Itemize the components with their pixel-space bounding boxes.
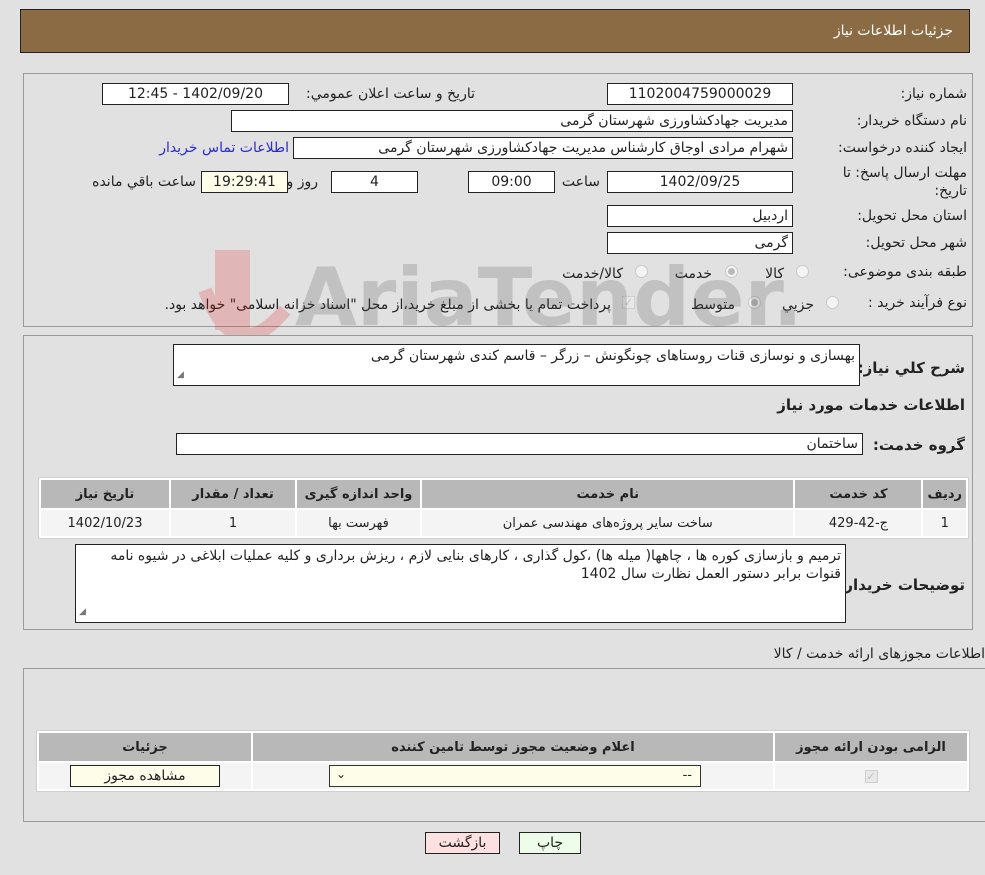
category-label: طبقه بندی موضوعی: [843,264,967,280]
col-permit-required: الزامی بودن ارائه مجوز [775,733,967,761]
deadline-time-field: 09:00 [468,171,555,193]
col-need-date: تاریخ نیاز [41,480,169,508]
print-button[interactable]: چاپ [519,832,581,854]
announce-datetime-field: 1402/09/20 - 12:45 [102,83,289,105]
cell-permit-status: -- ⌄ [253,763,773,789]
col-quantity: تعداد / مقدار [171,480,295,508]
remaining-time-field: 19:29:41 [201,171,288,193]
cell-row: 1 [923,510,966,536]
cell-permit-details: مشاهده مجوز [39,763,251,789]
buyer-contact-link[interactable]: اطلاعات تماس خریدار [159,140,289,156]
process-option-medium: متوسط [691,297,735,313]
category-option-service: خدمت [674,266,712,282]
announce-label: تاریخ و ساعت اعلان عمومي: [306,86,475,102]
service-group-field: ساختمان [176,433,863,455]
remaining-label: ساعت باقي مانده [92,174,196,190]
services-section-title: اطلاعات خدمات مورد نیاز [777,396,965,414]
col-service-code: کد خدمت [795,480,922,508]
chevron-down-icon: ⌄ [336,767,347,781]
deadline-date-field: 1402/09/25 [607,171,793,193]
treasury-note: پرداخت تمام یا بخشی از مبلغ خرید،از محل … [164,297,611,313]
view-permit-button[interactable]: مشاهده مجوز [70,765,220,787]
resize-handle-icon[interactable]: ◢ [177,366,184,384]
cell-service-code: ج-42-429 [795,510,922,536]
service-group-label: گروه خدمت: [872,436,965,454]
services-table: ردیف کد خدمت نام خدمت واحد اندازه گیری ت… [38,477,969,539]
permits-section-title: اطلاعات مجوزهای ارائه خدمت / کالا [773,646,985,662]
category-option-goods-service: کالا/خدمت [562,266,623,282]
summary-label: شرح کلي نیاز: [857,359,965,377]
process-radio-medium[interactable] [748,296,761,309]
page-header: جزئیات اطلاعات نیاز [20,9,970,53]
process-option-minor: جزيي [782,297,814,313]
days-label: روز و [286,174,319,190]
table-row: 1 ج-42-429 ساخت سایر پروژه‌های مهندسی عم… [41,510,966,536]
col-permit-status: اعلام وضعیت مجوز توسط تامین کننده [253,733,773,761]
city-label: شهر محل تحویل: [865,235,967,251]
col-service-name: نام خدمت [422,480,794,508]
resize-handle-icon[interactable]: ◢ [79,603,86,621]
permit-required-checkbox[interactable]: ✓ [864,769,878,783]
col-permit-details: جزئیات [39,733,251,761]
buyer-notes-label: توضیحات خریدار: [838,576,965,594]
buyer-org-label: نام دستگاه خریدار: [856,113,967,129]
deadline-label: مهلت ارسال پاسخ: تا [842,165,967,181]
page-title: جزئیات اطلاعات نیاز [833,23,953,39]
province-label: استان محل تحویل: [857,208,967,224]
category-option-goods: کالا [765,266,784,282]
need-number-field: 1102004759000029 [607,83,793,105]
cell-permit-required: ✓ [775,763,967,789]
category-radio-service[interactable] [725,265,738,278]
permit-status-value: -- [682,768,692,783]
permits-table-header: الزامی بودن ارائه مجوز اعلام وضعیت مجوز … [39,733,967,761]
process-radio-minor[interactable] [826,296,839,309]
province-field: اردبیل [607,205,793,227]
col-unit: واحد اندازه گیری [297,480,420,508]
back-button[interactable]: بازگشت [425,832,500,854]
cell-quantity: 1 [171,510,295,536]
cell-need-date: 1402/10/23 [41,510,169,536]
summary-text: بهسازی و نوسازی قنات روستاهای چونگونش – … [370,348,855,364]
remaining-days-field: 4 [331,171,418,193]
permits-table: الزامی بودن ارائه مجوز اعلام وضعیت مجوز … [36,730,970,792]
deadline-time-label: ساعت [561,174,600,190]
need-number-label: شماره نیاز: [900,86,968,102]
buyer-notes-text: ترمیم و بازسازی کوره ها ، چاهها( میله ها… [110,548,841,582]
requester-field: شهرام مرادی اوجاق کارشناس مدیریت جهادکشا… [293,137,793,159]
category-radio-goods-service[interactable] [635,265,648,278]
cell-unit: فهرست بها [297,510,420,536]
process-label: نوع فرآیند خرید : [868,295,967,311]
services-table-header: ردیف کد خدمت نام خدمت واحد اندازه گیری ت… [41,480,966,508]
buyer-notes-textarea[interactable]: ترمیم و بازسازی کوره ها ، چاهها( میله ها… [75,544,846,623]
col-row: ردیف [923,480,966,508]
cell-service-name: ساخت سایر پروژه‌های مهندسی عمران [422,510,794,536]
category-radio-goods[interactable] [796,265,809,278]
permit-status-select[interactable]: -- ⌄ [329,765,701,787]
city-field: گرمی [607,232,793,254]
buyer-org-field: مدیریت جهادکشاورزی شهرستان گرمی [231,110,793,132]
summary-textarea[interactable]: بهسازی و نوسازی قنات روستاهای چونگونش – … [173,344,860,386]
treasury-checkbox[interactable]: ✓ [622,296,635,309]
deadline-label-date: تاریخ: [934,183,967,199]
requester-label: ایجاد کننده درخواست: [838,140,967,156]
table-row: ✓ -- ⌄ مشاهده مجوز [39,763,967,789]
